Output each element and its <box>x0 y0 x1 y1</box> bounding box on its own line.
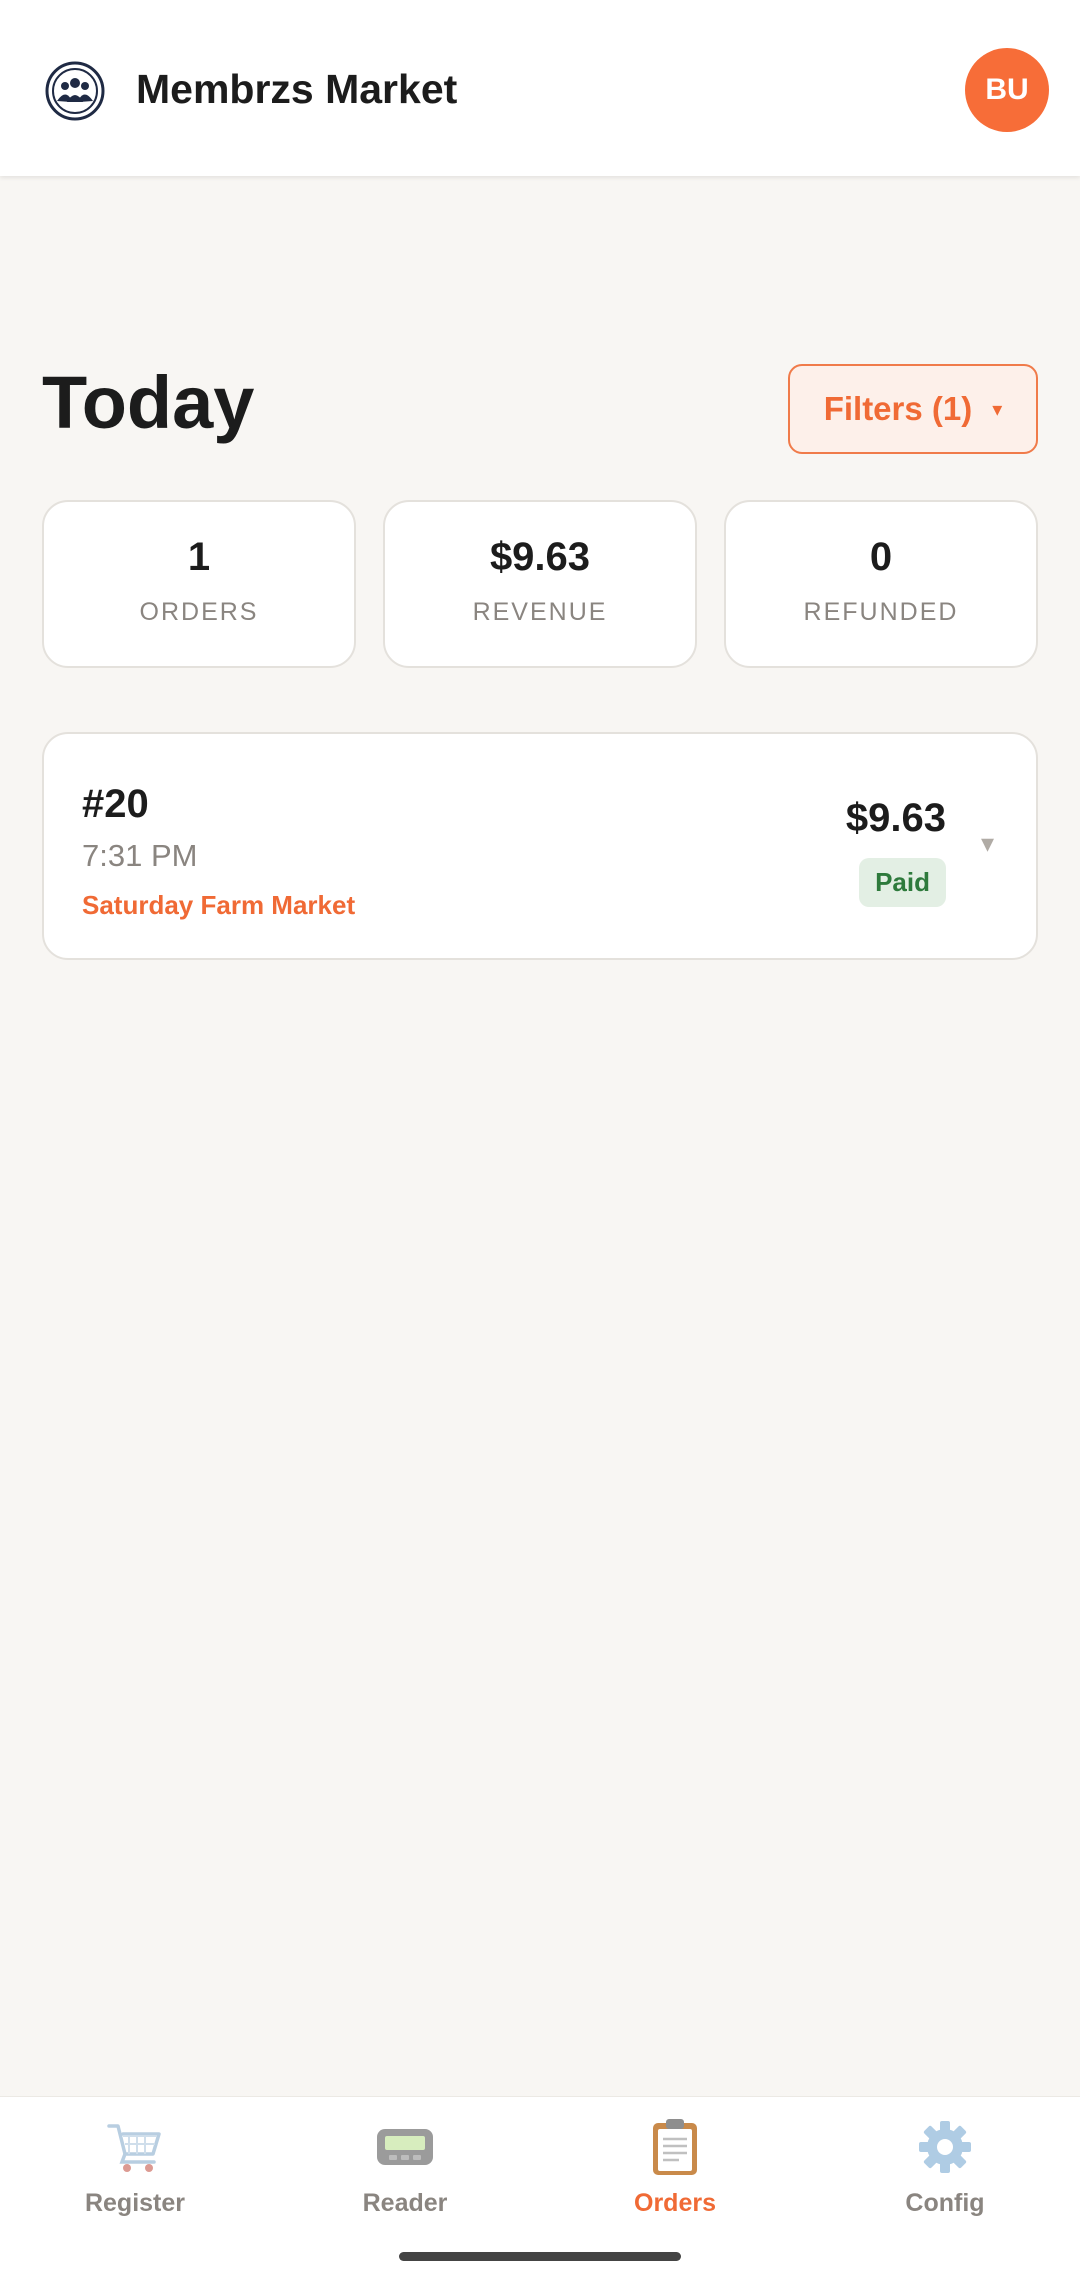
status-badge: Paid <box>859 858 946 907</box>
clipboard-icon <box>645 2117 705 2177</box>
stat-label: ORDERS <box>139 598 259 626</box>
nav-item-register[interactable]: Register <box>0 2117 270 2227</box>
home-indicator[interactable] <box>399 2252 681 2261</box>
top-app-bar: Membrzs Market BU <box>0 0 1080 176</box>
filters-label: Filters (1) <box>823 390 973 427</box>
nav-label: Orders <box>634 2189 716 2217</box>
order-time: 7:31 PM <box>82 838 198 873</box>
stat-value: $9.63 <box>489 535 591 579</box>
stat-card-revenue: $9.63 REVENUE <box>383 500 697 668</box>
stat-card-orders: 1 ORDERS <box>42 500 356 668</box>
stat-label: REFUNDED <box>803 598 959 626</box>
nav-label: Reader <box>362 2189 448 2217</box>
stat-value: 1 <box>187 535 211 579</box>
order-amount: $9.63 <box>845 796 946 840</box>
order-number: #20 <box>82 782 149 826</box>
filters-button[interactable]: Filters (1) ▾ <box>788 364 1038 454</box>
user-avatar[interactable]: BU <box>965 48 1049 132</box>
members-group-icon <box>44 60 106 122</box>
nav-item-config[interactable]: Config <box>810 2117 1080 2227</box>
expand-chevron-icon[interactable]: ▾ <box>981 828 994 859</box>
nav-item-orders[interactable]: Orders <box>540 2117 810 2227</box>
chevron-down-icon: ▾ <box>992 398 1003 421</box>
stat-label: REVENUE <box>472 598 608 626</box>
shopping-cart-icon <box>105 2117 165 2177</box>
app-title: Membrzs Market <box>136 66 458 112</box>
card-reader-icon <box>375 2117 435 2177</box>
nav-label: Register <box>84 2189 186 2217</box>
stats-summary: 1 ORDERS $9.63 REVENUE 0 REFUNDED <box>42 500 1038 668</box>
gear-icon <box>915 2117 975 2177</box>
order-list-item[interactable]: #20 7:31 PM Saturday Farm Market $9.63 P… <box>42 732 1038 960</box>
app-root: Membrzs Market BU Today Filters (1) ▾ 1 … <box>0 0 1080 2289</box>
stat-value: 0 <box>869 535 893 579</box>
stat-card-refunded: 0 REFUNDED <box>724 500 1038 668</box>
page-title: Today <box>42 361 255 444</box>
order-location: Saturday Farm Market <box>82 890 356 920</box>
nav-item-reader[interactable]: Reader <box>270 2117 540 2227</box>
nav-label: Config <box>905 2189 985 2217</box>
